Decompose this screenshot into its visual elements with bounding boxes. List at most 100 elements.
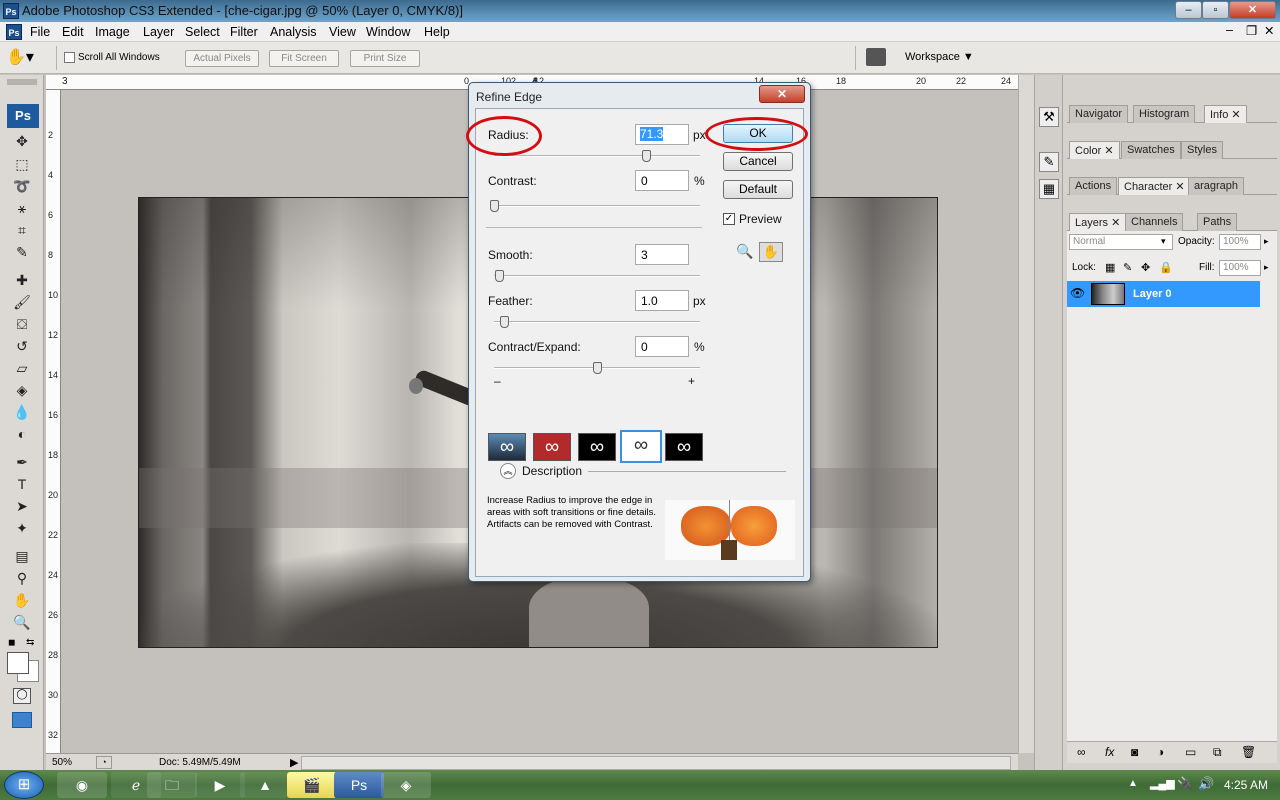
chrome-taskbar-icon[interactable]: ◉ xyxy=(57,772,107,798)
hand-tool-preset-icon[interactable]: ✋▾ xyxy=(6,46,46,70)
tab-actions[interactable]: Actions xyxy=(1069,177,1118,195)
quick-mask-icon[interactable]: ◯ xyxy=(13,688,31,704)
status-menu-arrow-icon[interactable]: ▶ xyxy=(290,756,298,769)
layer-name[interactable]: Layer 0 xyxy=(1133,288,1172,300)
contrast-slider-knob[interactable] xyxy=(490,200,499,212)
move-tool-icon[interactable]: ✥ xyxy=(11,131,33,151)
lock-all-icon[interactable]: 🔒 xyxy=(1159,261,1173,274)
dialog-close-button[interactable]: ✕ xyxy=(759,85,805,103)
print-size-button[interactable]: Print Size xyxy=(350,50,420,67)
eyedropper-tool-icon[interactable]: ⚲ xyxy=(11,568,33,588)
contract-expand-slider-knob[interactable] xyxy=(593,362,602,374)
link-layers-icon[interactable]: ∞ xyxy=(1077,745,1086,759)
lock-transparent-icon[interactable]: ▦ xyxy=(1105,261,1115,274)
smooth-slider-track[interactable] xyxy=(494,275,700,277)
shape-tool-icon[interactable]: ✦ xyxy=(11,518,33,538)
feather-input[interactable]: 1.0 xyxy=(635,290,689,311)
opacity-arrow-icon[interactable]: ▸ xyxy=(1264,236,1269,247)
adjustment-layer-icon[interactable]: ◑ xyxy=(1157,745,1164,759)
bridge-icon[interactable] xyxy=(866,48,886,66)
view-on-black-icon[interactable]: ∞ xyxy=(578,433,616,461)
tab-histogram[interactable]: Histogram xyxy=(1133,105,1196,123)
tools-preset-icon[interactable]: ⚒ xyxy=(1039,107,1059,127)
menu-image[interactable]: Image xyxy=(95,25,130,39)
swap-colors-icon[interactable]: ⇆ xyxy=(26,637,38,648)
view-on-white-icon[interactable]: ∞ xyxy=(620,430,662,463)
doc-restore-button[interactable]: ❐ xyxy=(1246,23,1257,38)
menu-analysis[interactable]: Analysis xyxy=(270,25,317,39)
tab-styles[interactable]: Styles xyxy=(1181,141,1223,159)
chevron-down-icon[interactable]: ▾ xyxy=(1161,236,1166,247)
horizontal-scrollbar[interactable] xyxy=(301,756,1011,770)
tab-swatches[interactable]: Swatches xyxy=(1121,141,1181,159)
tab-channels[interactable]: Channels xyxy=(1125,213,1184,231)
layer-style-icon[interactable]: fx xyxy=(1105,745,1114,759)
preview-checkbox[interactable]: ✓ xyxy=(723,213,735,225)
scroll-all-windows-checkbox[interactable] xyxy=(64,52,75,63)
slice-tool-icon[interactable]: ✎ xyxy=(11,242,33,262)
radius-slider-track[interactable] xyxy=(494,155,700,157)
history-brush-icon[interactable]: ↺ xyxy=(11,336,33,356)
crop-tool-icon[interactable]: ⌗ xyxy=(11,220,33,240)
menu-filter[interactable]: Filter xyxy=(230,25,258,39)
brush-tool-icon[interactable]: 🖌 xyxy=(11,292,33,312)
screen-mode-icon[interactable] xyxy=(12,712,32,728)
tab-paragraph[interactable]: aragraph xyxy=(1188,177,1245,195)
zoom-tool-icon[interactable]: 🔍 xyxy=(736,243,753,260)
clone-source-icon[interactable]: ▦ xyxy=(1039,179,1059,199)
tab-info[interactable]: Info ✕ xyxy=(1204,105,1247,123)
vlc-taskbar-icon[interactable]: ▲ xyxy=(240,772,290,798)
tab-character[interactable]: Character ✕ xyxy=(1118,177,1191,195)
eye-icon[interactable]: 👁 xyxy=(1070,286,1085,300)
contract-expand-input[interactable]: 0 xyxy=(635,336,689,357)
menu-window[interactable]: Window xyxy=(366,25,410,39)
clone-stamp-icon[interactable]: ⛋ xyxy=(11,314,33,334)
tab-navigator[interactable]: Navigator xyxy=(1069,105,1129,123)
notes-tool-icon[interactable]: ▤ xyxy=(11,546,33,566)
menu-view[interactable]: View xyxy=(329,25,356,39)
photoshop-app-icon[interactable]: Ps xyxy=(3,3,19,19)
power-icon[interactable]: 🔌 xyxy=(1177,776,1193,792)
doc-minimize-button[interactable]: – xyxy=(1226,23,1233,37)
menu-help[interactable]: Help xyxy=(424,25,450,39)
feather-slider-track[interactable] xyxy=(494,321,700,323)
tab-color[interactable]: Color ✕ xyxy=(1069,141,1120,159)
hand-tool-icon[interactable]: ✋ xyxy=(759,242,783,262)
new-layer-icon[interactable]: ⧉ xyxy=(1213,745,1222,760)
cancel-button[interactable]: Cancel xyxy=(723,152,793,171)
layer-mask-icon[interactable]: ◙ xyxy=(1131,745,1138,759)
brushes-icon[interactable]: ✎ xyxy=(1039,152,1059,172)
blur-tool-icon[interactable]: 💧 xyxy=(11,402,33,422)
view-mask-icon[interactable]: ∞ xyxy=(665,433,703,461)
status-icon[interactable]: ◔ xyxy=(96,756,112,769)
menu-edit[interactable]: Edit xyxy=(62,25,84,39)
minimize-button[interactable]: – xyxy=(1175,1,1202,19)
tab-paths[interactable]: Paths xyxy=(1197,213,1238,231)
volume-icon[interactable]: 🔊 xyxy=(1198,776,1214,792)
view-standard-icon[interactable]: ∞ xyxy=(488,433,526,461)
feather-slider-knob[interactable] xyxy=(500,316,509,328)
default-colors-icon[interactable]: ◼ xyxy=(8,637,18,647)
actual-pixels-button[interactable]: Actual Pixels xyxy=(185,50,259,67)
explorer-taskbar-icon[interactable]: 🗀 xyxy=(147,772,197,798)
trash-icon[interactable]: 🗑 xyxy=(1241,745,1256,759)
close-window-button[interactable]: ✕ xyxy=(1229,1,1276,19)
path-selection-icon[interactable]: ➤ xyxy=(11,496,33,516)
marquee-tool-icon[interactable]: ⬚ xyxy=(11,154,33,174)
contrast-slider-track[interactable] xyxy=(494,205,700,207)
app-taskbar-icon[interactable]: ◈ xyxy=(381,772,431,798)
zoom-tool-icon[interactable]: 🔍 xyxy=(11,612,33,632)
healing-brush-icon[interactable]: ✚ xyxy=(11,270,33,290)
maximize-button[interactable]: ▫ xyxy=(1202,1,1229,19)
smooth-slider-knob[interactable] xyxy=(495,270,504,282)
smooth-input[interactable]: 3 xyxy=(635,244,689,265)
network-icon[interactable]: ▂▄▆ xyxy=(1150,777,1175,790)
lock-position-icon[interactable]: ✥ xyxy=(1141,261,1150,274)
paint-bucket-icon[interactable]: ◈ xyxy=(11,380,33,400)
menu-file[interactable]: File xyxy=(30,25,50,39)
radius-slider-knob[interactable] xyxy=(642,150,651,162)
pen-tool-icon[interactable]: ✒ xyxy=(11,452,33,472)
default-button[interactable]: Default xyxy=(723,180,793,199)
zoom-level[interactable]: 50% xyxy=(52,757,72,768)
tab-layers[interactable]: Layers ✕ xyxy=(1069,213,1127,231)
